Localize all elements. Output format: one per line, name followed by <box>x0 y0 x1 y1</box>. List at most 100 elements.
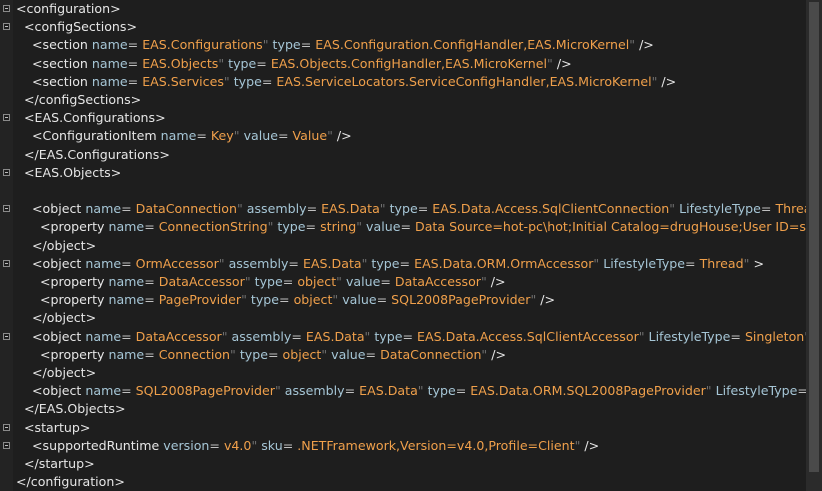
xml-attribute-name: version <box>163 437 210 453</box>
xml-attribute-name: type <box>239 346 268 362</box>
xml-equals: = <box>121 201 136 217</box>
xml-tag: <configSections> <box>24 19 137 35</box>
xml-attribute-value: EAS.Objects.ConfigHandler,EAS.MicroKerne… <box>270 55 548 71</box>
xml-equals: = <box>344 383 360 399</box>
xml-attribute-name: name <box>108 346 145 362</box>
collapse-icon[interactable] <box>3 23 10 31</box>
xml-attribute-name: type <box>272 37 301 53</box>
code-line: <configuration> <box>16 0 806 18</box>
collapse-icon[interactable] <box>3 205 10 213</box>
xml-attribute-name: type <box>228 55 257 71</box>
xml-tag: <configuration> <box>16 1 121 16</box>
xml-attribute-name: assembly <box>284 383 345 399</box>
code-line: <property name= DataAccessor" type= obje… <box>16 273 806 291</box>
xml-attribute-value: object <box>297 274 337 289</box>
xml-quote: " <box>251 437 262 453</box>
xml-attribute-value: DataAccessor <box>135 328 222 344</box>
xml-attribute-name: name <box>91 73 128 89</box>
xml-attribute-name: name <box>160 128 197 144</box>
xml-equals: = <box>797 383 806 399</box>
xml-attribute-value: EAS.Configuration.ConfigHandler,EAS.Micr… <box>315 37 630 53</box>
collapse-icon[interactable] <box>3 441 10 449</box>
code-line: </object> <box>16 364 806 382</box>
code-line: <startup> <box>16 419 806 437</box>
xml-equals: = <box>144 219 159 235</box>
xml-tag: <property <box>40 292 109 308</box>
collapse-icon[interactable] <box>3 114 10 122</box>
xml-attribute-value: EAS.Data <box>302 255 362 271</box>
xml-equals: = <box>455 383 471 399</box>
xml-attribute-value: Data Source=hot-pc\hot;Initial Catalog=d… <box>415 219 806 235</box>
xml-tag: </EAS.Configurations> <box>24 146 170 162</box>
code-line: <object name= DataAccessor" assembly= EA… <box>16 328 806 346</box>
scrollbar-thumb[interactable] <box>809 2 819 472</box>
xml-attribute-value: OrmAccessor <box>135 255 219 271</box>
collapse-icon[interactable] <box>3 168 10 176</box>
xml-attribute-value: ConnectionString <box>158 219 268 235</box>
code-editor[interactable]: <configuration> <configSections> <section … <box>0 0 806 491</box>
xml-tag: > <box>753 255 765 271</box>
vertical-scrollbar[interactable] <box>806 0 822 491</box>
xml-quote: " <box>241 292 251 308</box>
xml-attribute-value: PageProvider <box>158 292 242 308</box>
xml-attribute-value: EAS.Data <box>359 383 418 399</box>
xml-equals: = <box>282 437 298 453</box>
xml-quote: " <box>593 255 604 271</box>
xml-equals: = <box>121 383 136 399</box>
xml-equals: = <box>399 255 415 271</box>
xml-equals: = <box>209 437 224 453</box>
xml-tag: <supportedRuntime <box>32 437 164 453</box>
xml-tag: <startup> <box>24 419 91 435</box>
code-area[interactable]: <configuration> <configSections> <section … <box>16 0 806 491</box>
collapse-icon[interactable] <box>3 5 10 12</box>
xml-attribute-name: type <box>233 73 262 89</box>
xml-tag: /> <box>540 292 556 308</box>
xml-tag: <object <box>32 255 86 271</box>
xml-equals: = <box>121 255 136 271</box>
code-line: </EAS.Configurations> <box>16 146 806 164</box>
xml-equals: = <box>760 201 776 217</box>
xml-quote: " <box>629 37 640 53</box>
xml-quote: " <box>364 328 375 344</box>
xml-equals: = <box>261 73 277 89</box>
xml-tag: /> <box>491 346 507 362</box>
xml-attribute-value: DataConnection <box>135 201 237 217</box>
xml-attribute-value: EAS.Services <box>142 73 224 89</box>
xml-equals: = <box>127 55 143 71</box>
xml-quote: " <box>332 292 343 308</box>
xml-attribute-name: LifestyleType <box>603 255 686 271</box>
collapse-icon[interactable] <box>3 423 10 431</box>
xml-equals: = <box>380 274 395 289</box>
xml-equals: = <box>376 292 392 308</box>
collapse-icon[interactable] <box>3 259 10 267</box>
collapse-icon[interactable] <box>3 332 10 340</box>
xml-attribute-name: sku <box>261 437 283 453</box>
xml-equals: = <box>291 328 306 344</box>
xml-equals: = <box>196 128 211 144</box>
code-line: <property name= ConnectionString" type= … <box>16 218 806 236</box>
xml-equals: = <box>277 128 293 144</box>
xml-quote: " <box>221 328 232 344</box>
code-line: </object> <box>16 237 806 255</box>
xml-attribute-name: assembly <box>246 201 307 217</box>
xml-tag: <section <box>32 55 92 71</box>
xml-attribute-value: DataAccessor <box>394 274 481 289</box>
xml-tag: <object <box>32 383 86 399</box>
code-line: </configSections> <box>16 91 806 109</box>
code-line: </configuration> <box>16 473 806 491</box>
code-line: <object name= DataConnection" assembly= … <box>16 200 806 218</box>
xml-quote: " <box>233 128 244 144</box>
xml-attribute-name: name <box>108 219 145 235</box>
xml-tag: <property <box>40 219 109 235</box>
xml-attribute-name: LifestyleType <box>715 383 798 399</box>
xml-attribute-value: Key <box>210 128 234 144</box>
xml-attribute-name: LifestyleType <box>679 201 761 217</box>
xml-attribute-name: type <box>371 255 400 271</box>
xml-tag: <object <box>32 328 86 344</box>
xml-attribute-value: SQL2008PageProvider <box>391 292 531 308</box>
xml-attribute-value: Thread <box>699 255 744 271</box>
xml-attribute-value: SQL2008PageProvider <box>135 383 275 399</box>
fold-gutter <box>0 0 13 491</box>
code-line: <property name= PageProvider" type= obje… <box>16 291 806 309</box>
